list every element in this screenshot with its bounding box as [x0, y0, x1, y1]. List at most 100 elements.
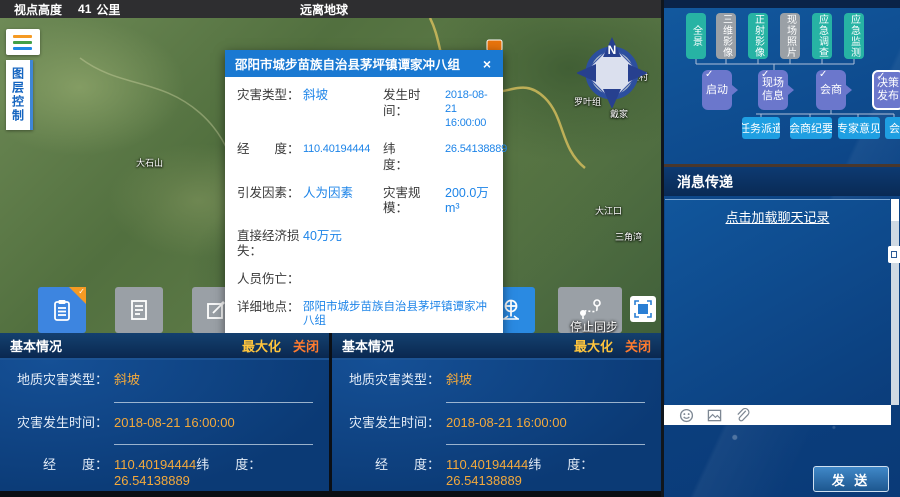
panel-body: 地质灾害类型： 斜坡 灾害发生时间： 2018-08-21 16:00:00 经…: [332, 360, 661, 495]
compass-rose[interactable]: N: [577, 34, 647, 108]
camera-mode-label: 远离地球: [300, 1, 348, 18]
paperclip-icon[interactable]: [735, 408, 750, 423]
scrollbar-thumb[interactable]: [891, 199, 899, 221]
menu-toggle-button[interactable]: [6, 29, 40, 55]
message-panel-header: 消息传递: [664, 164, 900, 196]
map-place-label: 大石山: [136, 156, 163, 169]
flow-node-decision-release[interactable]: ✓ 决策发布: [872, 70, 900, 110]
flow-node-site-info[interactable]: ✓ 现场信息: [758, 70, 788, 110]
field-value: 110.40194444纬 度：26.54138889: [446, 457, 645, 495]
action-expert-opinion[interactable]: 专家意见: [838, 117, 880, 139]
map-place-label: 戴家: [610, 107, 628, 120]
media-button-3d-imagery[interactable]: 三维影像: [716, 13, 736, 59]
popup-header: 邵阳市城步苗族自治县茅坪镇谭家冲八组 ×: [225, 50, 503, 77]
tool-fullscreen-button[interactable]: [630, 296, 656, 322]
fullscreen-icon: [633, 299, 653, 319]
field-value: 邵阳市城步苗族自治县茅坪镇谭家冲八组: [303, 300, 491, 329]
layer-control-label: 图层控制: [10, 67, 27, 123]
field-value: 26.54138889: [445, 142, 507, 157]
panel-collapse-handle[interactable]: [888, 246, 900, 263]
action-task-dispatch[interactable]: 任务派遣: [742, 117, 780, 139]
field-label: 灾害发生时间：: [0, 415, 108, 446]
close-button[interactable]: 关闭: [625, 336, 651, 355]
layer-control-button[interactable]: 图层控制: [6, 60, 33, 130]
satellite-map[interactable]: 正村 罗叶组 戴家 大江口 三角湾 温家团 茅坪里 大石山 图层控制 N: [0, 18, 661, 333]
action-meeting-minutes[interactable]: 会商纪要: [790, 117, 832, 139]
bottom-edge-bar: [0, 491, 661, 497]
field-label: 人员伤亡：: [237, 272, 303, 288]
field-label: 灾害发生时间：: [332, 415, 440, 446]
field-label: 地质灾害类型：: [332, 372, 440, 403]
field-value: 斜坡: [446, 372, 645, 403]
media-button-ortho-imagery[interactable]: 正射影像: [748, 13, 768, 59]
field-value: 2018-08-21 16:00:00: [445, 88, 491, 130]
flow-node-consultation[interactable]: ✓ 会商: [816, 70, 846, 110]
field-label: 灾害规模：: [383, 186, 445, 217]
field-label: 地质灾害类型：: [0, 372, 108, 403]
tool-document-button[interactable]: [115, 287, 163, 333]
maximize-button[interactable]: 最大化: [242, 336, 281, 355]
basic-info-panel-1: 基本情况 最大化 关闭 地质灾害类型： 斜坡 灾害发生时间： 2018-08-2…: [0, 333, 329, 497]
map-status-bar: 视点高度 41 公里 远离地球: [0, 0, 661, 18]
emoji-icon[interactable]: [679, 408, 694, 423]
check-icon: ✓: [78, 287, 85, 296]
popup-body: 灾害类型： 斜坡 发生时间： 2018-08-21 16:00:00 经 度： …: [225, 77, 503, 333]
media-button-emergency-monitoring[interactable]: 应急监测: [844, 13, 864, 59]
field-value: 斜坡: [114, 372, 313, 403]
close-button[interactable]: 关闭: [293, 336, 319, 355]
message-panel-title: 消息传递: [677, 172, 733, 192]
field-label: 发生时间：: [383, 88, 445, 119]
left-column: 视点高度 41 公里 远离地球 正村 罗叶组 戴家 大江口 三角湾 温家团 茅坪…: [0, 0, 661, 497]
stop-sync-label[interactable]: 停止同步: [556, 318, 632, 333]
popup-title: 邵阳市城步苗族自治县茅坪镇谭家冲八组: [235, 54, 460, 73]
check-icon: ✓: [705, 69, 713, 81]
chat-toolbar: [664, 405, 891, 425]
compass-north-label: N: [608, 43, 617, 57]
action-consultation[interactable]: 会商: [885, 117, 900, 139]
panel-header: 基本情况 最大化 关闭: [0, 333, 329, 360]
panel-header: 基本情况 最大化 关闭: [332, 333, 661, 360]
panel-divider: [661, 0, 664, 497]
field-label: 灾害类型：: [237, 88, 303, 104]
chat-scrollbar[interactable]: [891, 199, 899, 405]
panel-title: 基本情况: [10, 336, 62, 355]
field-label: 详细地点：: [237, 300, 303, 316]
document-icon: [126, 297, 152, 323]
map-place-label: 三角湾: [615, 230, 642, 243]
panel-title: 基本情况: [342, 336, 394, 355]
field-value: 110.40194444: [303, 142, 383, 157]
field-label: 经 度：: [0, 457, 108, 495]
field-value: 2018-08-21 16:00:00: [446, 415, 645, 446]
field-value: 2018-08-21 16:00:00: [114, 415, 313, 446]
close-icon[interactable]: ×: [477, 54, 497, 74]
check-icon: ✓: [819, 69, 827, 81]
disaster-info-popup: 邵阳市城步苗族自治县茅坪镇谭家冲八组 × 灾害类型： 斜坡 发生时间： 2018…: [225, 50, 503, 333]
field-value: 110.40194444纬 度：26.54138889: [114, 457, 313, 495]
maximize-button[interactable]: 最大化: [574, 336, 613, 355]
basic-info-panel-2: 基本情况 最大化 关闭 地质灾害类型： 斜坡 灾害发生时间： 2018-08-2…: [332, 333, 661, 497]
field-label: 引发因素：: [237, 186, 303, 202]
image-icon[interactable]: [707, 408, 722, 423]
load-chat-link[interactable]: 点击加载聊天记录: [665, 207, 890, 226]
viewpoint-height-unit: 公里: [96, 1, 120, 18]
field-label: 直接经济损失：: [237, 229, 303, 260]
chat-history-area[interactable]: 点击加载聊天记录: [665, 199, 890, 405]
send-button[interactable]: 发 送: [813, 466, 889, 492]
viewpoint-height-value: 41: [78, 2, 91, 16]
media-button-emergency-survey[interactable]: 应急调查: [812, 13, 832, 59]
field-label: 纬 度：: [196, 457, 261, 472]
check-icon: ✓: [761, 69, 769, 81]
panel-body: 地质灾害类型： 斜坡 灾害发生时间： 2018-08-21 16:00:00 经…: [0, 360, 329, 495]
media-button-panorama[interactable]: 全景: [686, 13, 706, 59]
field-value: 人为因素: [303, 186, 383, 202]
tool-basic-info-button[interactable]: ✓: [38, 287, 86, 333]
field-value: 200.0万m³: [445, 186, 491, 217]
field-label: 纬 度：: [383, 142, 445, 173]
workflow-panel: 全景 三维影像 正射影像 现场照片 应急调查 应急监测 ✓ 启动 ✓ 现场信息 …: [664, 0, 900, 497]
field-value: 斜坡: [303, 88, 383, 104]
flow-node-start[interactable]: ✓ 启动: [702, 70, 732, 110]
media-button-site-photos[interactable]: 现场照片: [780, 13, 800, 59]
viewpoint-height-label: 视点高度: [14, 1, 62, 18]
map-place-label: 大江口: [595, 204, 622, 217]
field-label: 经 度：: [332, 457, 440, 495]
